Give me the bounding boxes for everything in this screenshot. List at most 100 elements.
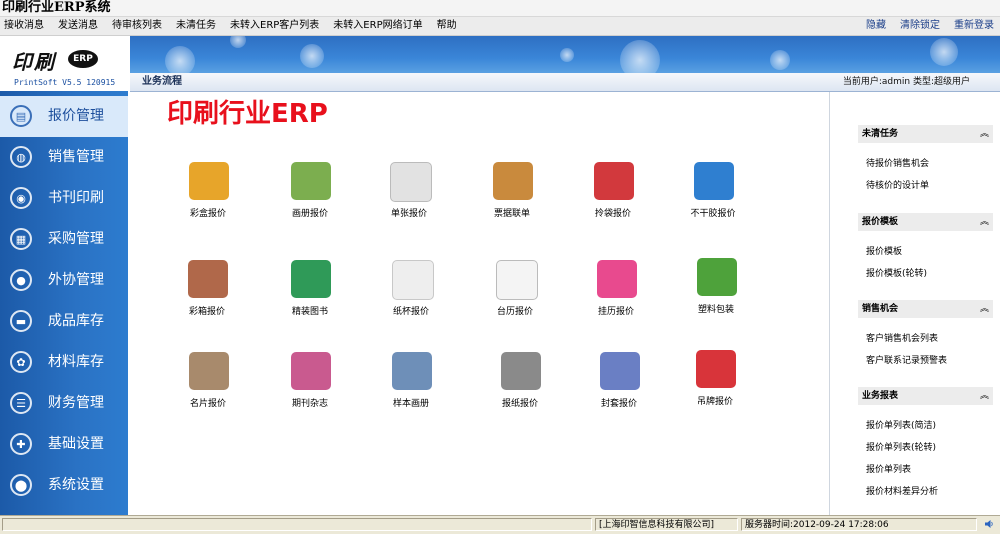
sidebar-item-sales[interactable]: ◍ 销售管理 <box>0 137 128 178</box>
tile-label: 台历报价 <box>496 307 533 317</box>
flickr-icon <box>597 260 637 298</box>
speaker-icon[interactable] <box>984 519 994 529</box>
sidebar-item-finance[interactable]: ☰ 财务管理 <box>0 383 128 424</box>
logo-brand: 印刷 <box>12 50 56 74</box>
tile-label: 票据联单 <box>493 209 530 219</box>
sidebar-item-label: 基础设置 <box>48 436 104 452</box>
chrome-icon: ◉ <box>10 187 32 209</box>
tile-hardcover-book[interactable]: 精装图书 <box>270 260 350 330</box>
tile-wall-calendar-quote[interactable]: 挂历报价 <box>576 260 656 330</box>
tile-label: 样本画册 <box>392 399 429 409</box>
sidebar-item-label: 财务管理 <box>48 395 104 411</box>
tile-label: 精装图书 <box>291 307 328 317</box>
link-pending-quote-opportunity[interactable]: 待报价销售机会 <box>866 156 929 169</box>
menu-clear-lock[interactable]: 清除锁定 <box>900 17 940 35</box>
window-titlebar: 印刷行业ERP系统 <box>0 0 1000 17</box>
tile-bag-quote[interactable]: 拎袋报价 <box>573 162 653 232</box>
link-material-variance[interactable]: 报价材料差异分析 <box>866 484 938 497</box>
calendar-icon <box>496 260 538 300</box>
tile-label: 封套报价 <box>600 399 637 409</box>
sunflower-icon <box>694 162 734 200</box>
magazine-icon <box>291 352 331 390</box>
tile-sticker-quote[interactable]: 不干胶报价 <box>673 162 753 232</box>
link-quote-list-rotary[interactable]: 报价单列表(轮转) <box>866 440 936 453</box>
tile-magazine[interactable]: 期刊杂志 <box>270 352 350 422</box>
palette-icon: ✿ <box>10 351 32 373</box>
tile-hang-tag-quote[interactable]: 吊牌报价 <box>675 350 755 420</box>
sample-icon <box>392 352 432 390</box>
tile-color-carton-quote[interactable]: 彩箱报价 <box>167 260 247 330</box>
menu-open-tasks[interactable]: 未清任务 <box>176 17 216 35</box>
bag-icon <box>594 162 634 200</box>
tile-label: 画册报价 <box>291 209 328 219</box>
box-icon <box>189 162 229 200</box>
tile-label: 报纸报价 <box>501 399 538 409</box>
section-business-reports[interactable]: 业务报表 ︽ <box>858 387 993 405</box>
tile-newspaper-quote[interactable]: 报纸报价 <box>480 352 560 422</box>
current-user: 当前用户:admin 类型:超级用户 <box>842 77 970 87</box>
link-quote-template-rotary[interactable]: 报价模板(轮转) <box>866 266 927 279</box>
tile-bill-form[interactable]: 票据联单 <box>472 162 552 232</box>
tile-single-sheet-quote[interactable]: 单张报价 <box>369 162 449 232</box>
tile-paper-cup-quote[interactable]: 纸杯报价 <box>371 260 451 330</box>
menu-send-message[interactable]: 发送消息 <box>58 17 98 35</box>
app-logo: 印刷 ERP PrintSoft V5.5 120915 <box>0 36 130 91</box>
tile-label: 吊牌报价 <box>696 397 733 407</box>
window-title: 印刷行业ERP系统 <box>2 0 111 15</box>
section-quote-templates[interactable]: 报价模板 ︽ <box>858 213 993 231</box>
newspaper-icon <box>501 352 541 390</box>
tile-label: 期刊杂志 <box>291 399 328 409</box>
menu-relogin[interactable]: 重新登录 <box>954 17 994 35</box>
ledger-icon: ☰ <box>10 392 32 414</box>
sidebar-item-system-settings[interactable]: ⬤ 系统设置 <box>0 465 128 506</box>
main-panel: 印刷行业ERP 彩盒报价 画册报价 单张报价 票据联单 拎袋报价 不干胶报价 彩… <box>131 92 829 515</box>
link-quote-list[interactable]: 报价单列表 <box>866 462 911 475</box>
sidebar-item-basic-settings[interactable]: ✚ 基础设置 <box>0 424 128 465</box>
section-title: 业务报表 <box>862 391 899 401</box>
sidebar-item-quote[interactable]: ▤ 报价管理 <box>0 96 128 137</box>
link-quote-template[interactable]: 报价模板 <box>866 244 902 257</box>
menu-hide[interactable]: 隐藏 <box>866 17 886 35</box>
book-icon <box>291 260 331 298</box>
system-icon: ⬤ <box>10 474 32 496</box>
menu-help[interactable]: 帮助 <box>437 17 457 35</box>
collapse-icon[interactable]: ︽ <box>980 213 989 231</box>
sidebar-item-label: 书刊印刷 <box>48 190 104 206</box>
menu-pending-review[interactable]: 待审核列表 <box>112 17 162 35</box>
tile-desk-calendar-quote[interactable]: 台历报价 <box>475 260 555 330</box>
link-contact-alert-table[interactable]: 客户联系记录预警表 <box>866 353 947 366</box>
collapse-icon[interactable]: ︽ <box>980 125 989 143</box>
link-customer-opportunity-list[interactable]: 客户销售机会列表 <box>866 331 938 344</box>
menu-orders-not-in-erp[interactable]: 未转入ERP网络订单 <box>333 17 422 35</box>
sidebar-item-label: 销售管理 <box>48 149 104 165</box>
tile-color-box-quote[interactable]: 彩盒报价 <box>168 162 248 232</box>
list-icon <box>390 162 432 202</box>
section-title: 未清任务 <box>862 129 899 139</box>
collapse-icon[interactable]: ︽ <box>980 300 989 318</box>
record-icon: ● <box>10 269 32 291</box>
section-sales-opportunities[interactable]: 销售机会 ︽ <box>858 300 993 318</box>
status-server-time: 服务器时间:2012-09-24 17:28:06 <box>741 518 977 531</box>
link-pending-design-pricing[interactable]: 待核价的设计单 <box>866 178 929 191</box>
tile-label: 不干胶报价 <box>690 209 736 219</box>
sidebar: ▤ 报价管理 ◍ 销售管理 ◉ 书刊印刷 ▦ 采购管理 ● 外协管理 ▬ 成品库… <box>0 91 128 515</box>
sidebar-item-book-printing[interactable]: ◉ 书刊印刷 <box>0 178 128 219</box>
link-quote-list-brief[interactable]: 报价单列表(简洁) <box>866 418 936 431</box>
menu-customers-not-in-erp[interactable]: 未转入ERP客户列表 <box>230 17 319 35</box>
collapse-icon[interactable]: ︽ <box>980 387 989 405</box>
tile-album-quote[interactable]: 画册报价 <box>270 162 350 232</box>
section-open-tasks[interactable]: 未清任务 ︽ <box>858 125 993 143</box>
tile-label: 单张报价 <box>390 209 427 219</box>
sidebar-item-material-inventory[interactable]: ✿ 材料库存 <box>0 342 128 383</box>
menu-receive-message[interactable]: 接收消息 <box>4 17 44 35</box>
sidebar-item-purchasing[interactable]: ▦ 采购管理 <box>0 219 128 260</box>
tile-business-card-quote[interactable]: 名片报价 <box>168 352 248 422</box>
tile-plastic-packaging[interactable]: 塑料包装 <box>676 258 756 328</box>
tile-sample-album[interactable]: 样本画册 <box>371 352 451 422</box>
tile-envelope-quote[interactable]: 封套报价 <box>579 352 659 422</box>
tile-label: 彩盒报价 <box>189 209 226 219</box>
sidebar-item-product-inventory[interactable]: ▬ 成品库存 <box>0 301 128 342</box>
tile-label: 名片报价 <box>189 399 226 409</box>
sidebar-item-label: 系统设置 <box>48 477 104 493</box>
sidebar-item-outsourcing[interactable]: ● 外协管理 <box>0 260 128 301</box>
